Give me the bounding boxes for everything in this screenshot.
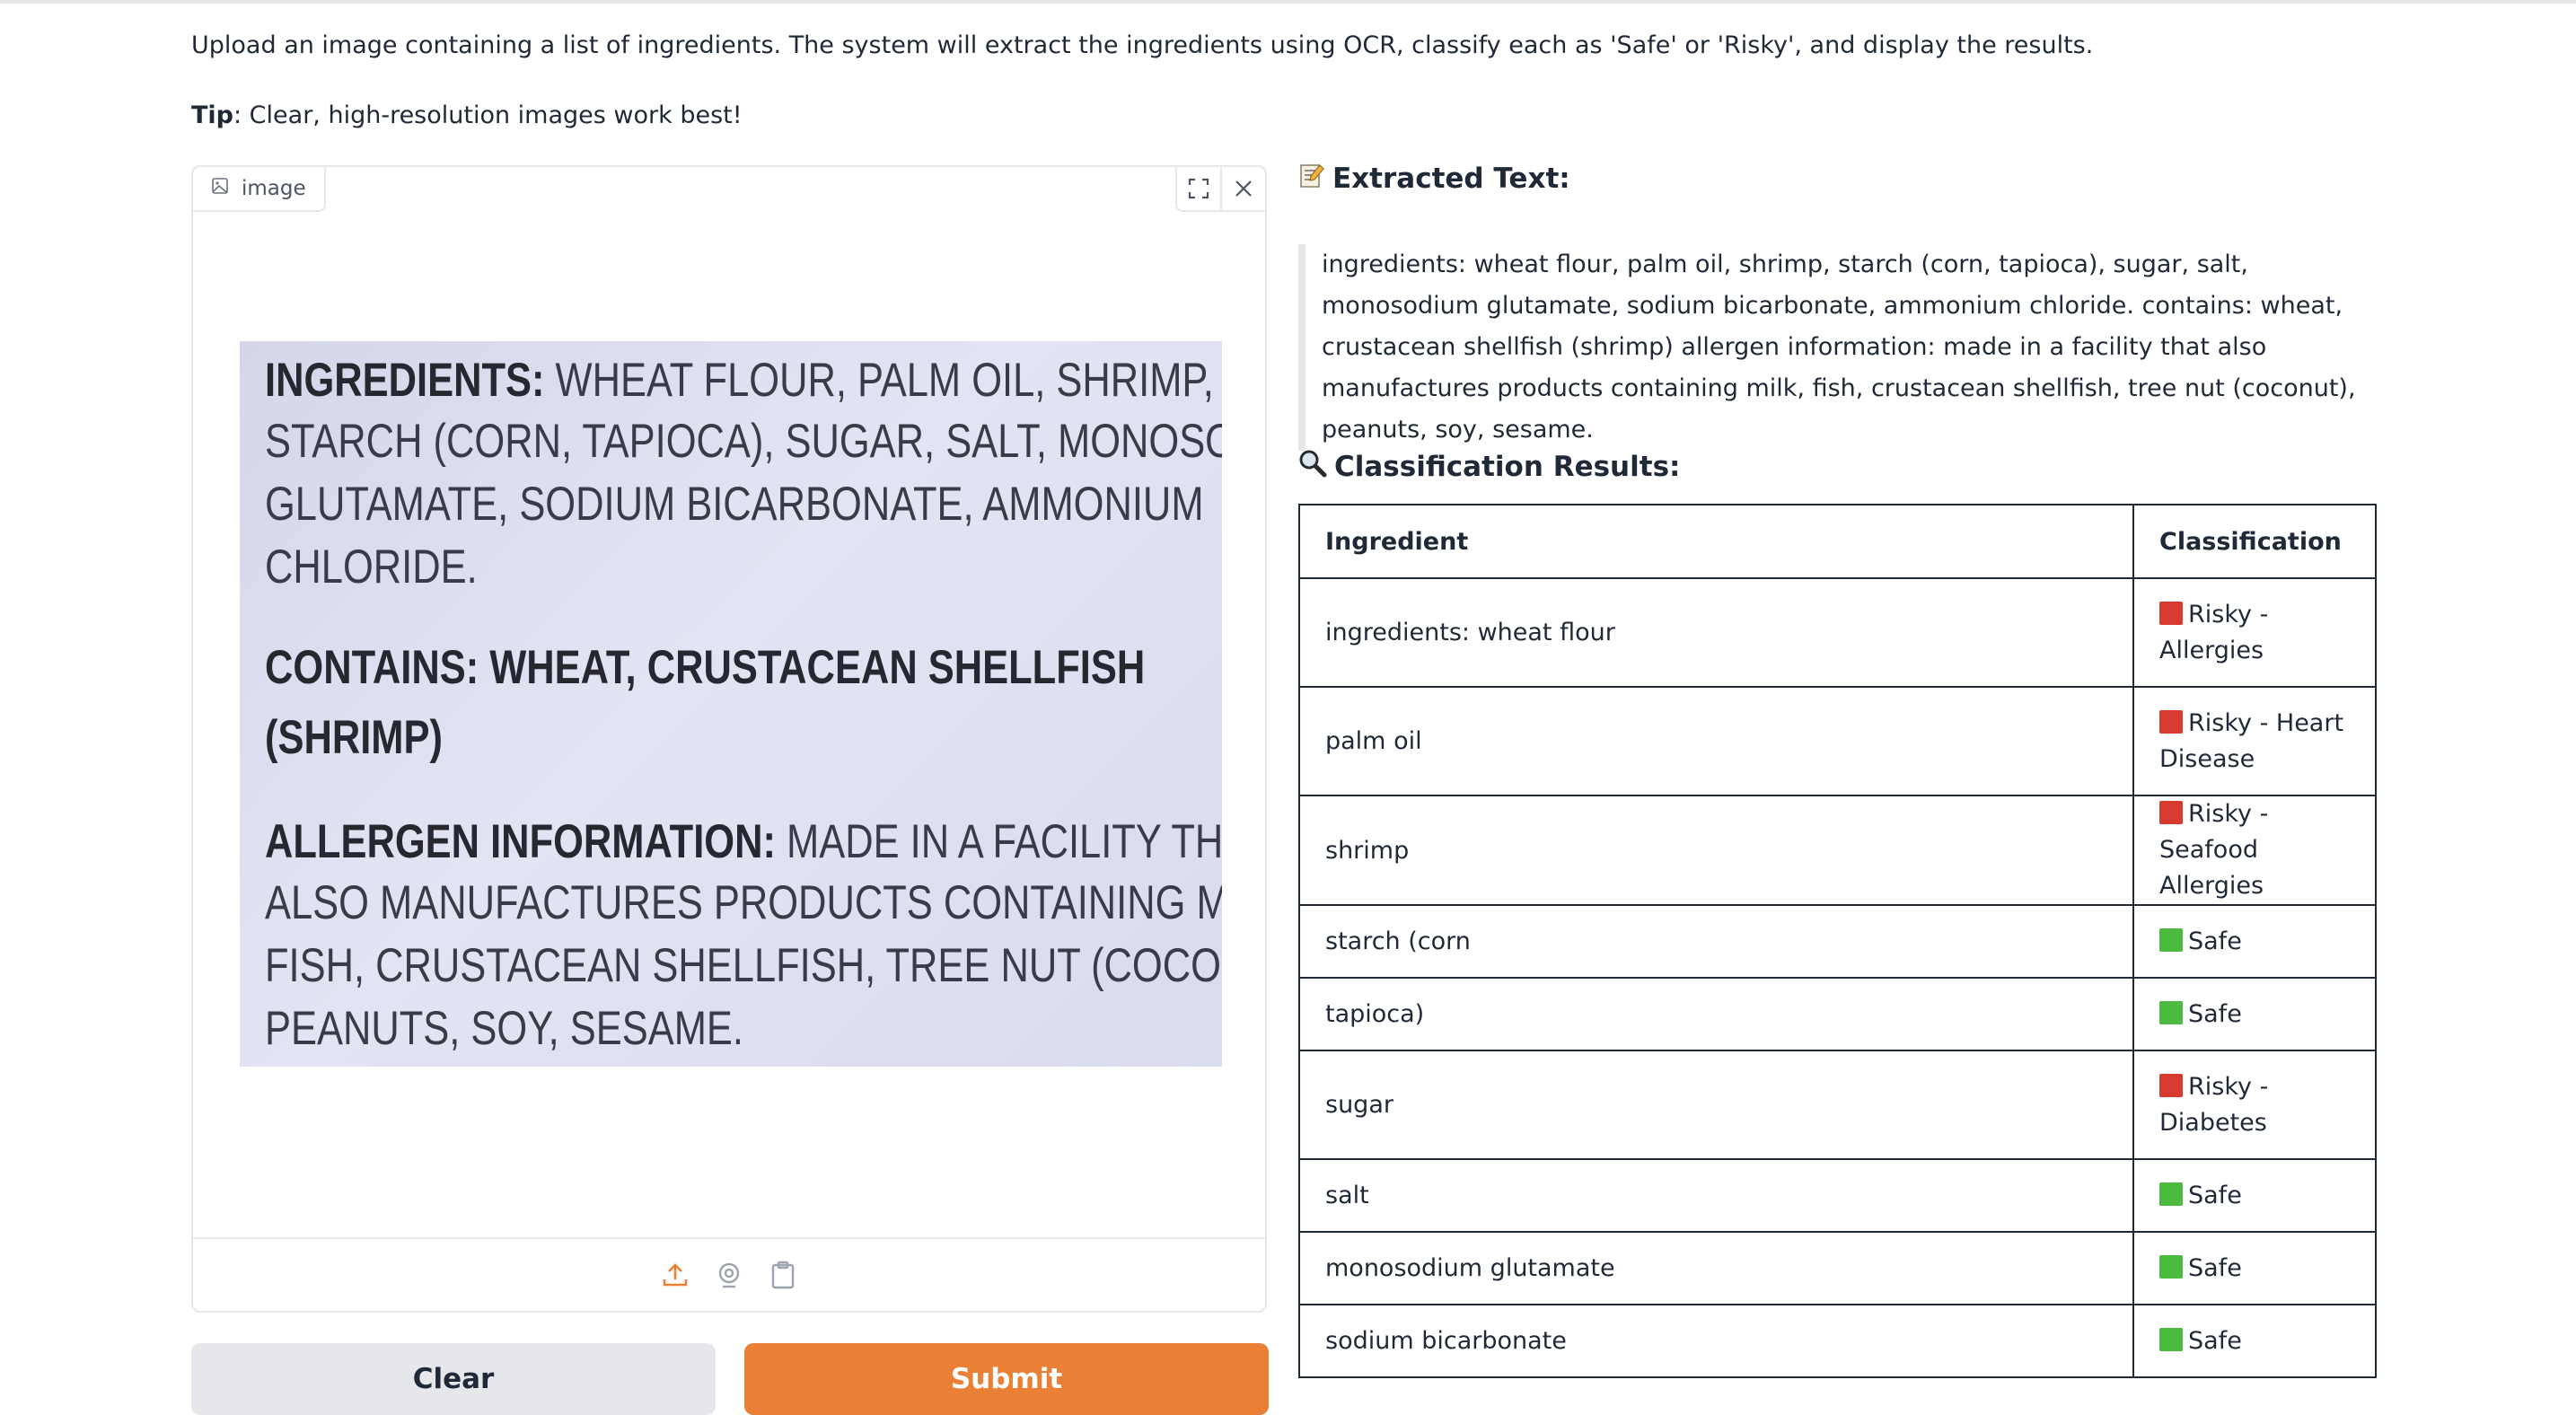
table-row: shrimp Risky - Seafood Allergies [1298, 795, 2377, 906]
green-square-icon [2159, 1000, 2183, 1024]
column-header-classification: Classification [2132, 504, 2377, 579]
image-block-label: image [193, 167, 326, 212]
webcam-icon[interactable] [712, 1258, 746, 1292]
fullscreen-icon[interactable] [1177, 167, 1220, 210]
classification-cell: Risky - Heart Disease [2132, 686, 2377, 796]
image-upload-panel[interactable]: image INGREDIENTS: WHEAT FLOUR, PALM OIL… [191, 165, 1267, 1313]
classification-cell: Safe [2132, 977, 2377, 1051]
ingredient-cell: salt [1298, 1158, 2134, 1233]
classification-label: Safe [2188, 999, 2242, 1028]
red-square-icon [2159, 709, 2183, 734]
green-square-icon [2159, 927, 2183, 952]
top-divider [0, 0, 2576, 4]
photo-text-bold: ALLERGEN INFORMATION: [265, 815, 776, 868]
photo-text-line: INGREDIENTS: WHEAT FLOUR, PALM OIL, SHRI… [265, 348, 1214, 413]
photo-text-line: CHLORIDE. [265, 535, 478, 600]
image-source-bar [193, 1237, 1265, 1311]
classification-label: Risky - Heart Disease [2159, 708, 2344, 773]
classification-cell: Safe [2132, 1304, 2377, 1378]
photo-text-line: ALSO MANUFACTURES PRODUCTS CONTAINING MI… [265, 871, 1222, 936]
classification-cell: Risky - Allergies [2132, 577, 2377, 688]
clear-button[interactable]: Clear [191, 1343, 716, 1415]
classification-label: Safe [2188, 1326, 2242, 1355]
photo-text-line: PEANUTS, SOY, SESAME. [265, 997, 743, 1061]
magnifier-emoji-icon [1298, 449, 1327, 485]
extracted-text-block: ingredients: wheat flour, palm oil, shri… [1298, 244, 2399, 451]
app-description: Upload an image containing a list of ing… [191, 31, 2094, 59]
image-panel-actions [1175, 167, 1265, 212]
ingredient-cell: shrimp [1298, 795, 2134, 906]
photo-text-regular: STARCH (CORN, TAPIOCA), SUGAR, SALT, MON… [265, 415, 1222, 468]
red-square-icon [2159, 601, 2183, 625]
photo-text-line: STARCH (CORN, TAPIOCA), SUGAR, SALT, MON… [265, 409, 1222, 474]
classification-label: Safe [2188, 1181, 2242, 1209]
photo-text-line: CONTAINS: WHEAT, CRUSTACEAN SHELLFISH [265, 636, 1145, 700]
photo-text-bold: CONTAINS: WHEAT, CRUSTACEAN SHELLFISH [265, 641, 1146, 694]
submit-button[interactable]: Submit [744, 1343, 1269, 1415]
ingredient-cell: ingredients: wheat flour [1298, 577, 2134, 688]
table-row: monosodium glutamate Safe [1298, 1231, 2377, 1305]
table-row: ingredients: wheat flour Risky - Allergie… [1298, 577, 2377, 688]
photo-text-line: FISH, CRUSTACEAN SHELLFISH, TREE NUT (CO… [265, 934, 1222, 998]
extracted-text-heading: Extracted Text: [1298, 162, 1570, 196]
photo-text-regular: PEANUTS, SOY, SESAME. [265, 1002, 743, 1055]
photo-text-bold: INGREDIENTS: [265, 354, 545, 407]
photo-text-regular: FISH, CRUSTACEAN SHELLFISH, TREE NUT (CO… [265, 939, 1222, 992]
table-row: starch (corn Safe [1298, 904, 2377, 979]
classification-heading: Classification Results: [1298, 449, 1680, 485]
ingredient-cell: sugar [1298, 1050, 2134, 1160]
table-row: sugar Risky - Diabetes [1298, 1050, 2377, 1160]
red-square-icon [2159, 801, 2183, 824]
photo-text-bold: (SHRIMP) [265, 711, 443, 764]
memo-emoji-icon [1298, 162, 1325, 196]
tip-body: : Clear, high-resolution images work bes… [233, 101, 743, 129]
table-row: salt Safe [1298, 1158, 2377, 1233]
ingredient-label-photo: INGREDIENTS: WHEAT FLOUR, PALM OIL, SHRI… [240, 341, 1222, 1067]
column-header-ingredient: Ingredient [1298, 504, 2134, 579]
extracted-heading-text: Extracted Text: [1332, 163, 1570, 195]
upload-icon[interactable] [658, 1258, 692, 1292]
photo-text-regular: MADE IN A FACILITY THAT [775, 815, 1222, 868]
clipboard-icon[interactable] [766, 1258, 800, 1292]
image-icon [211, 177, 229, 200]
classification-cell: Risky - Seafood Allergies [2132, 795, 2377, 906]
green-square-icon [2159, 1182, 2183, 1206]
photo-text-line: ALLERGEN INFORMATION: MADE IN A FACILITY… [265, 810, 1222, 874]
tip-text: Tip: Clear, high-resolution images work … [191, 97, 743, 135]
photo-text-regular: WHEAT FLOUR, PALM OIL, SHRIMP, [544, 354, 1214, 407]
red-square-icon [2159, 1073, 2183, 1097]
ingredient-cell: palm oil [1298, 686, 2134, 796]
classification-cell: Safe [2132, 904, 2377, 979]
photo-text-line: GLUTAMATE, SODIUM BICARBONATE, AMMONIUM [265, 472, 1204, 537]
image-label-text: image [242, 177, 306, 200]
classification-cell: Safe [2132, 1231, 2377, 1305]
classification-heading-text: Classification Results: [1334, 451, 1681, 483]
close-icon[interactable] [1220, 167, 1265, 210]
ingredient-cell: starch (corn [1298, 904, 2134, 979]
ingredient-cell: sodium bicarbonate [1298, 1304, 2134, 1378]
ingredient-cell: tapioca) [1298, 977, 2134, 1051]
classification-cell: Safe [2132, 1158, 2377, 1233]
classification-cell: Risky - Diabetes [2132, 1050, 2377, 1160]
photo-text-line: (SHRIMP) [265, 706, 443, 770]
classification-label: Safe [2188, 927, 2242, 955]
green-square-icon [2159, 1327, 2183, 1351]
photo-text-regular: CHLORIDE. [265, 541, 478, 593]
green-square-icon [2159, 1254, 2183, 1279]
classification-label: Safe [2188, 1253, 2242, 1282]
ingredient-cell: monosodium glutamate [1298, 1231, 2134, 1305]
photo-text-regular: GLUTAMATE, SODIUM BICARBONATE, AMMONIUM [265, 478, 1204, 531]
photo-text-regular: ALSO MANUFACTURES PRODUCTS CONTAINING MI… [265, 876, 1222, 929]
table-row: palm oil Risky - Heart Disease [1298, 686, 2377, 796]
table-row: tapioca) Safe [1298, 977, 2377, 1051]
table-row: sodium bicarbonate Safe [1298, 1304, 2377, 1378]
classification-table: Ingredient Classification ingredients: w… [1298, 504, 2377, 1378]
tip-label: Tip [191, 101, 233, 129]
